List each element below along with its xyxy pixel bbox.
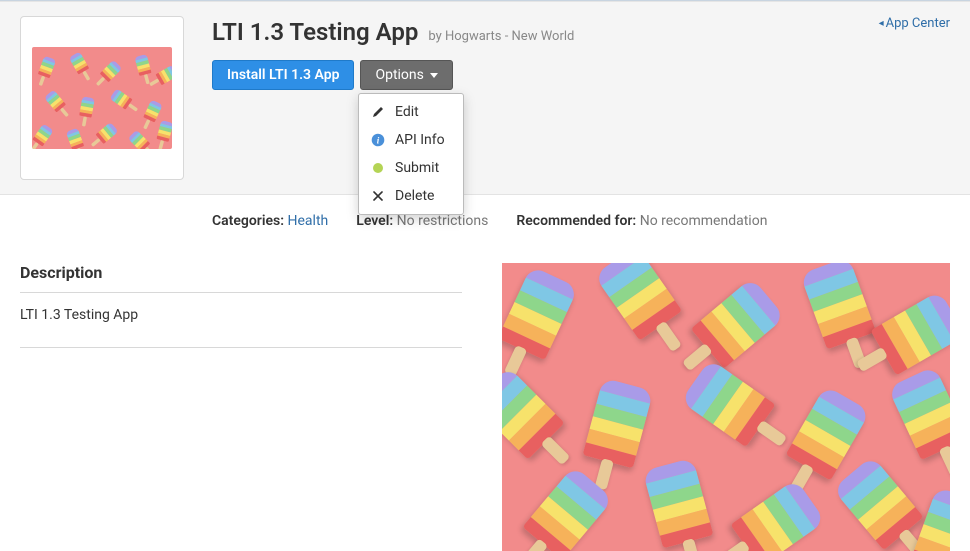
caret-down-icon	[430, 73, 438, 78]
options-button-label: Options	[375, 67, 423, 83]
install-button[interactable]: Install LTI 1.3 App	[212, 60, 354, 90]
description-text: LTI 1.3 Testing App	[20, 307, 462, 348]
dropdown-item-edit[interactable]: Edit	[359, 98, 463, 126]
level-label: Level:	[356, 213, 393, 229]
appcenter-link-label: App Center	[886, 16, 950, 31]
appcenter-link[interactable]: ◂ App Center	[879, 16, 950, 31]
recommended-value: No recommendation	[640, 213, 768, 229]
dot-icon	[371, 161, 385, 175]
dropdown-delete-label: Delete	[395, 188, 434, 204]
description-column: Description LTI 1.3 Testing App	[20, 263, 462, 551]
dropdown-submit-label: Submit	[395, 160, 439, 176]
options-button[interactable]: Options	[360, 60, 452, 90]
chevron-left-icon: ◂	[879, 18, 884, 29]
pencil-icon	[371, 105, 385, 119]
install-button-label: Install LTI 1.3 App	[227, 67, 339, 83]
recommended-label: Recommended for:	[516, 213, 636, 229]
app-title: LTI 1.3 Testing App	[212, 18, 418, 46]
info-icon: i	[371, 133, 385, 147]
thumbnail-image	[32, 47, 172, 149]
button-row: Install LTI 1.3 App Options Edit i API	[212, 60, 950, 90]
categories-label: Categories:	[212, 213, 284, 229]
options-dropdown: Edit i API Info Submit	[358, 93, 464, 215]
app-byline: by Hogwarts - New World	[428, 29, 574, 44]
screenshot-image	[502, 263, 950, 551]
dropdown-apiinfo-label: API Info	[395, 132, 445, 148]
meta-row: Categories: Health Level: No restriction…	[0, 195, 970, 241]
app-thumbnail	[20, 16, 184, 180]
categories-link[interactable]: Health	[288, 213, 329, 229]
dropdown-item-delete[interactable]: Delete	[359, 182, 463, 210]
description-heading: Description	[20, 263, 462, 293]
dropdown-item-api-info[interactable]: i API Info	[359, 126, 463, 154]
header-band: ◂ App Center LTI 1.3 Testing App by Hogw…	[0, 2, 970, 195]
dropdown-edit-label: Edit	[395, 104, 419, 120]
content-row: Description LTI 1.3 Testing App	[0, 263, 970, 551]
dropdown-item-submit[interactable]: Submit	[359, 154, 463, 182]
header-main: LTI 1.3 Testing App by Hogwarts - New Wo…	[212, 14, 950, 90]
close-icon	[371, 189, 385, 203]
level-value: No restrictions	[397, 213, 489, 229]
